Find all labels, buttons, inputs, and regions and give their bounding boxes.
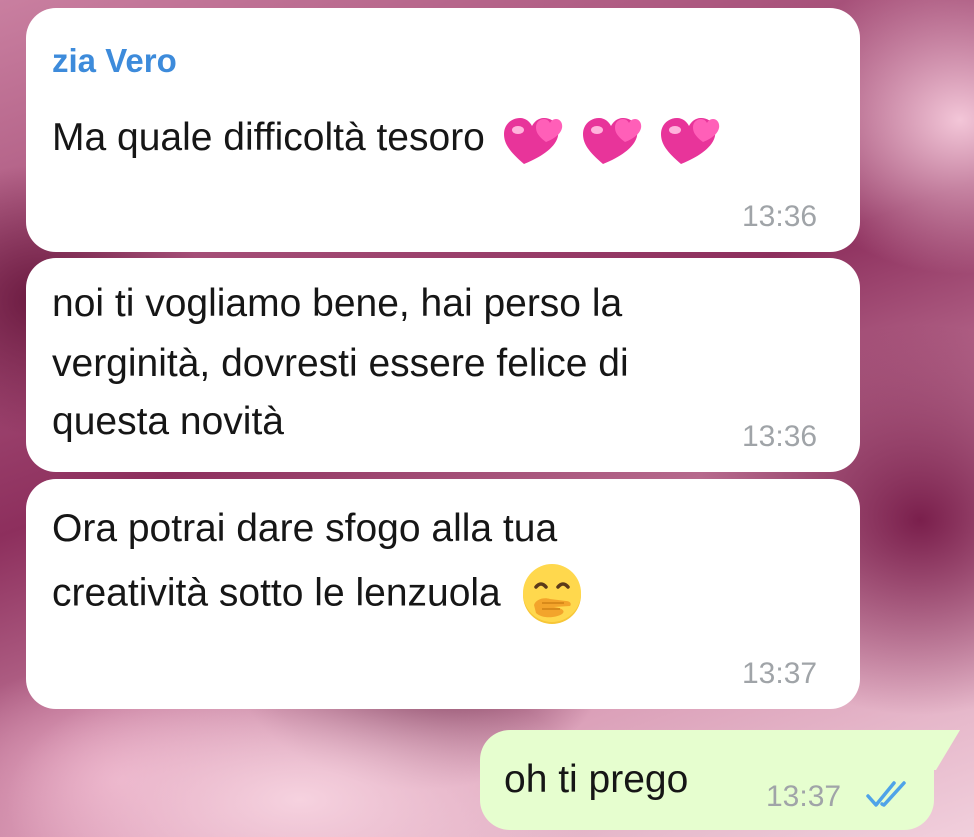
two-hearts-icon	[582, 117, 641, 164]
message-bubble-outgoing[interactable]: oh ti prego 13:37	[480, 730, 934, 830]
message-text-line: creatività sotto le lenzuola	[52, 571, 501, 615]
two-hearts-icon	[661, 117, 720, 164]
message-text-line: Ora potrai dare sfogo alla tua	[52, 507, 558, 550]
message-timestamp: 13:37	[766, 780, 842, 813]
message-text: creatività sotto le lenzuola	[52, 563, 584, 627]
double-check-read-icon	[866, 781, 906, 807]
message-timestamp: 13:36	[742, 420, 818, 453]
message-bubble-incoming[interactable]: noi ti vogliamo bene, hai perso la vergi…	[26, 258, 860, 472]
message-text-line: noi ti vogliamo bene, hai perso la	[52, 282, 623, 325]
face-with-hand-over-mouth-icon	[522, 564, 581, 624]
two-hearts-icon	[503, 117, 562, 164]
message-text: Ma quale difficoltà tesoro	[52, 108, 721, 168]
message-bubble-incoming[interactable]: zia Vero Ma quale difficoltà tesoro 13:3…	[26, 8, 860, 252]
message-bubble-incoming[interactable]: Ora potrai dare sfogo alla tua creativit…	[26, 479, 860, 709]
message-text: oh ti prego	[504, 758, 689, 801]
sender-name[interactable]: zia Vero	[52, 42, 177, 80]
message-timestamp: 13:37	[742, 657, 818, 690]
message-text-line: questa novità	[52, 400, 285, 443]
message-timestamp: 13:36	[742, 200, 818, 233]
message-text-line: Ma quale difficoltà tesoro	[52, 116, 485, 159]
message-text-line: verginità, dovresti essere felice di	[52, 342, 629, 385]
